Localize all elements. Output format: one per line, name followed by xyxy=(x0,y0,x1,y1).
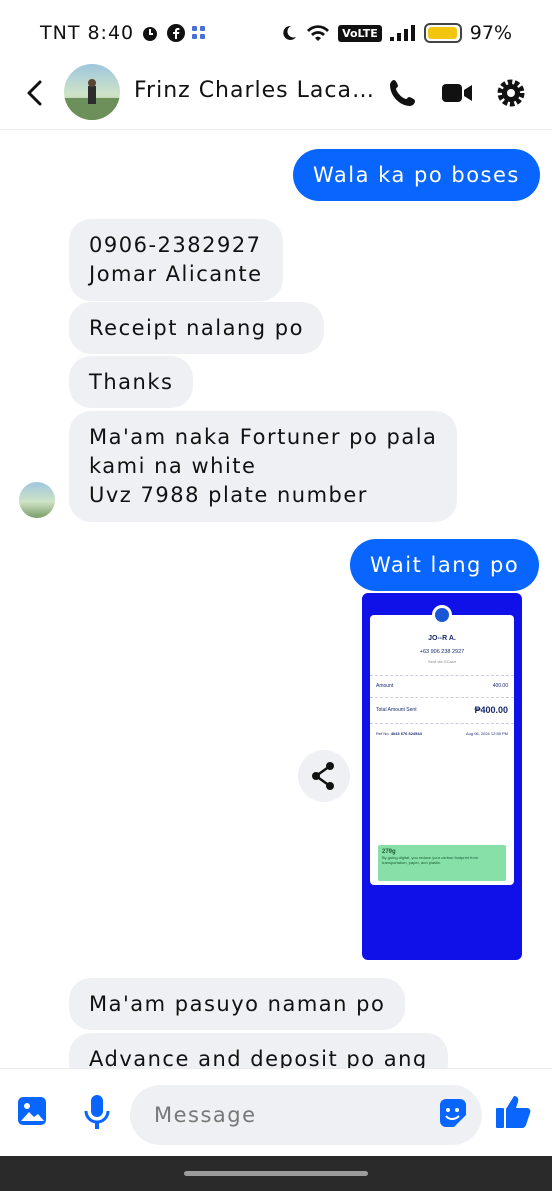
receipt-sent-via: Sent via GCash xyxy=(427,659,456,664)
share-icon xyxy=(312,762,334,790)
message-line: kami na white xyxy=(89,454,257,478)
outgoing-message[interactable]: Wait lang po xyxy=(350,539,540,591)
battery-icon xyxy=(423,23,462,43)
app-grid-icon xyxy=(192,26,206,40)
message-line: Jomar Alicante xyxy=(89,262,263,286)
carbon-note: 279g By going digital, you reduce your c… xyxy=(378,845,506,881)
settings-icon[interactable] xyxy=(494,76,528,110)
incoming-message[interactable]: Receipt nalang po xyxy=(69,302,324,354)
carrier-time: TNT 8:40 xyxy=(40,22,135,44)
message-box xyxy=(130,1085,482,1145)
receipt-date: Aug 06, 2024 12:59 PM xyxy=(465,731,508,736)
message-line: Ma'am naka Fortuner po pala xyxy=(89,425,438,449)
wifi-icon xyxy=(306,24,330,42)
total-label: Total Amount Sent xyxy=(376,707,417,713)
phone-icon[interactable] xyxy=(386,76,420,110)
contact-name[interactable]: Frinz Charles Lacani... xyxy=(134,78,374,103)
system-nav-bar xyxy=(0,1156,552,1191)
incoming-message[interactable]: Ma'am naka Fortuner po pala kami na whit… xyxy=(69,411,458,522)
moon-icon xyxy=(280,24,298,42)
incoming-message[interactable]: Ma'am pasuyo naman po xyxy=(69,978,406,1030)
receipt-image[interactable]: JO--R A. +63 906 238 2927 Sent via GCash… xyxy=(362,593,522,960)
message-line: 0906-2382927 xyxy=(89,233,262,257)
gallery-icon[interactable] xyxy=(16,1093,50,1131)
volte-badge: VoLTE xyxy=(338,24,382,42)
carbon-text: By going digital, you reduce your carbon… xyxy=(382,855,479,865)
receipt-paper: JO--R A. +63 906 238 2927 Sent via GCash… xyxy=(370,605,514,885)
amount-value: 400.00 xyxy=(492,683,508,689)
receipt-amount-row: Amount 400.00 xyxy=(376,683,508,689)
check-icon xyxy=(432,605,452,625)
receipt-recipient: JO--R A. xyxy=(428,635,456,642)
incoming-message[interactable]: Thanks xyxy=(69,356,194,408)
sender-avatar[interactable] xyxy=(19,482,55,518)
incoming-message[interactable]: 0906-2382927 Jomar Alicante xyxy=(69,219,283,301)
amount-label: Amount xyxy=(376,683,394,689)
alarm-icon xyxy=(140,23,160,43)
total-value: ₱400.00 xyxy=(474,705,508,715)
outgoing-message[interactable]: Wala ka po boses xyxy=(293,149,540,201)
back-icon[interactable] xyxy=(20,76,50,110)
microphone-icon[interactable] xyxy=(80,1093,114,1131)
home-indicator[interactable] xyxy=(184,1171,368,1176)
like-icon[interactable] xyxy=(494,1093,534,1131)
battery-percent: 97% xyxy=(469,22,512,44)
share-button[interactable] xyxy=(298,750,350,802)
message-line: Uvz 7988 plate number xyxy=(89,483,368,507)
composer xyxy=(0,1068,552,1156)
contact-avatar[interactable] xyxy=(64,64,120,120)
video-icon[interactable] xyxy=(440,76,474,110)
facebook-icon xyxy=(166,23,186,43)
message-input[interactable] xyxy=(154,1099,424,1131)
sticker-icon[interactable] xyxy=(436,1097,470,1133)
status-bar: TNT 8:40 VoLTE 97% xyxy=(0,0,552,64)
receipt-total-row: Total Amount Sent ₱400.00 xyxy=(376,705,508,715)
signal-icon xyxy=(389,24,416,42)
ref-value: 4043 676 624544 xyxy=(390,731,422,736)
ref-label: Ref No. xyxy=(376,731,390,736)
message-list[interactable]: Wala ka po boses 0906-2382927 Jomar Alic… xyxy=(0,130,552,1068)
incoming-message[interactable]: Advance and deposit po ang xyxy=(69,1033,448,1068)
receipt-phone: +63 906 238 2927 xyxy=(419,649,465,655)
chat-header: Frinz Charles Lacani... xyxy=(0,64,552,130)
receipt-ref-row: Ref No. 4043 676 624544 Aug 06, 2024 12:… xyxy=(376,731,508,736)
